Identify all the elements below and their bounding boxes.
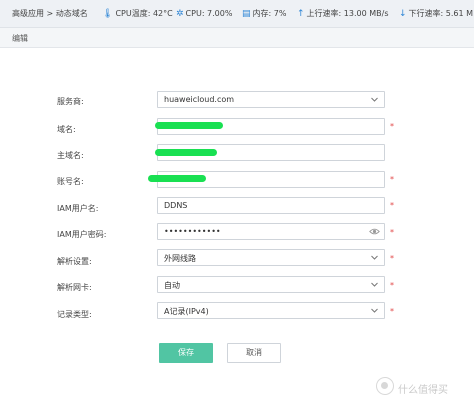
redaction-mark bbox=[155, 122, 223, 129]
iam-user-field[interactable]: DDNS bbox=[157, 197, 385, 214]
cpu-icon: ✲ bbox=[176, 9, 184, 19]
save-button[interactable]: 保存 bbox=[159, 343, 213, 363]
download-stat: ↓ 下行速率: 5.61 M bbox=[399, 9, 473, 19]
page-title: 编辑 bbox=[12, 34, 28, 43]
provider-value: huaweicloud.com bbox=[164, 95, 235, 104]
redaction-mark bbox=[148, 175, 206, 182]
provider-label: 服务商: bbox=[57, 97, 84, 106]
chevron-down-icon bbox=[371, 282, 378, 287]
required-mark: * bbox=[390, 175, 394, 184]
redaction-mark bbox=[155, 149, 217, 156]
provider-select[interactable]: huaweicloud.com bbox=[157, 91, 385, 108]
download-text: 下行速率: 5.61 M bbox=[408, 9, 474, 18]
cpu-text: CPU: 7.00% bbox=[185, 9, 233, 18]
cpu-temp-stat: 🌡 CPU温度: 42°C bbox=[102, 9, 173, 19]
chevron-down-icon bbox=[371, 308, 378, 313]
cpu-stat: ✲ CPU: 7.00% bbox=[176, 9, 232, 19]
chevron-down-icon bbox=[371, 255, 378, 260]
domain-label: 域名: bbox=[57, 125, 76, 134]
iam-password-field[interactable]: •••••••••••• bbox=[157, 223, 385, 240]
record-type-value: A记录(IPv4) bbox=[164, 307, 209, 316]
required-mark: * bbox=[390, 281, 394, 290]
memory-icon: ▤ bbox=[242, 9, 251, 19]
resolve-nic-label: 解析网卡: bbox=[57, 283, 92, 292]
resolve-nic-select[interactable]: 自动 bbox=[157, 276, 385, 293]
required-mark: * bbox=[390, 307, 394, 316]
record-type-label: 记录类型: bbox=[57, 310, 92, 319]
required-mark: * bbox=[390, 122, 394, 131]
thermometer-icon: 🌡 bbox=[102, 9, 114, 19]
iam-user-label: IAM用户名: bbox=[57, 204, 99, 213]
chevron-down-icon bbox=[371, 97, 378, 102]
main-domain-label: 主域名: bbox=[57, 151, 84, 160]
cancel-button[interactable]: 取消 bbox=[227, 343, 281, 363]
resolve-setting-select[interactable]: 外网线路 bbox=[157, 249, 385, 266]
memory-text: 内存: 7% bbox=[252, 9, 287, 18]
upload-stat: ↑ 上行速率: 13.00 MB/s bbox=[297, 9, 388, 19]
resolve-setting-label: 解析设置: bbox=[57, 257, 92, 266]
cpu-temp-text: CPU温度: 42°C bbox=[115, 9, 173, 18]
iam-user-value: DDNS bbox=[164, 201, 188, 210]
record-type-select[interactable]: A记录(IPv4) bbox=[157, 302, 385, 319]
required-mark: * bbox=[390, 201, 394, 210]
iam-password-value: •••••••••••• bbox=[164, 227, 221, 236]
breadcrumb[interactable]: 高级应用 > 动态域名 bbox=[12, 9, 88, 19]
required-mark: * bbox=[390, 254, 394, 263]
resolve-nic-value: 自动 bbox=[164, 281, 180, 290]
eye-icon[interactable] bbox=[369, 226, 380, 237]
required-mark: * bbox=[390, 228, 394, 237]
watermark-text: 什么值得买 bbox=[398, 385, 448, 396]
upload-arrow-icon: ↑ bbox=[297, 9, 305, 19]
status-bar: 高级应用 > 动态域名 🌡 CPU温度: 42°C ✲ CPU: 7.00% ▤ 内存… bbox=[0, 0, 474, 28]
memory-stat: ▤ 内存: 7% bbox=[242, 9, 286, 19]
account-label: 账号名: bbox=[57, 177, 84, 186]
watermark-logo-icon bbox=[376, 377, 394, 395]
watermark: 什么值得买 bbox=[376, 377, 472, 397]
resolve-setting-value: 外网线路 bbox=[164, 254, 196, 263]
upload-text: 上行速率: 13.00 MB/s bbox=[306, 9, 389, 18]
iam-password-label: IAM用户密码: bbox=[57, 230, 107, 239]
edit-header: 编辑 bbox=[0, 28, 474, 48]
download-arrow-icon: ↓ bbox=[399, 9, 407, 19]
